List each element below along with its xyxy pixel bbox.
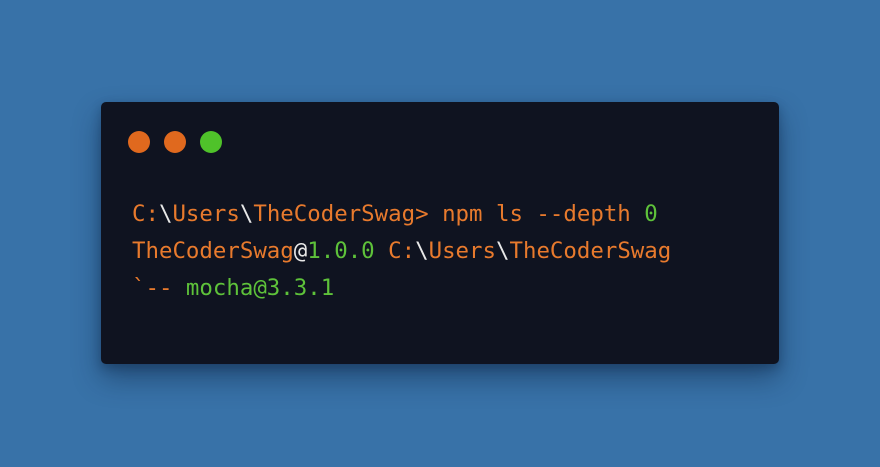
terminal-text-segment: @ bbox=[293, 238, 308, 264]
terminal-text-segment: Users bbox=[172, 201, 240, 227]
terminal-text-segment: C: bbox=[132, 201, 159, 227]
close-dot-icon[interactable] bbox=[128, 131, 150, 153]
minimize-dot-icon[interactable] bbox=[164, 131, 186, 153]
terminal-line-dependency: `-- mocha@3.3.1 bbox=[132, 270, 769, 307]
terminal-line-package-root: TheCoderSwag@1.0.0 C:\Users\TheCoderSwag bbox=[132, 233, 769, 270]
terminal-text-segment: TheCoderSwag bbox=[132, 238, 294, 264]
terminal-text-segment: Users bbox=[428, 238, 496, 264]
terminal-text-segment: \ bbox=[239, 201, 254, 227]
terminal-text-segment: TheCoderSwag> npm ls --depth bbox=[253, 201, 645, 227]
maximize-dot-icon[interactable] bbox=[200, 131, 222, 153]
window-controls bbox=[128, 131, 222, 153]
terminal-text-segment: mocha@3.3.1 bbox=[185, 275, 335, 301]
terminal-text-segment: \ bbox=[415, 238, 429, 264]
terminal-output: C:\Users\TheCoderSwag> npm ls --depth 0 … bbox=[132, 196, 769, 307]
terminal-text-segment: TheCoderSwag bbox=[509, 238, 672, 264]
terminal-text-segment: C: bbox=[374, 238, 416, 264]
terminal-text-segment: \ bbox=[158, 201, 173, 227]
terminal-window: C:\Users\TheCoderSwag> npm ls --depth 0 … bbox=[101, 102, 779, 364]
terminal-line-command: C:\Users\TheCoderSwag> npm ls --depth 0 bbox=[132, 196, 769, 233]
terminal-text-segment: `-- bbox=[132, 275, 186, 301]
terminal-text-segment: \ bbox=[496, 238, 510, 264]
terminal-text-segment: 0 bbox=[644, 201, 658, 227]
terminal-text-segment: 1.0.0 bbox=[307, 238, 375, 264]
